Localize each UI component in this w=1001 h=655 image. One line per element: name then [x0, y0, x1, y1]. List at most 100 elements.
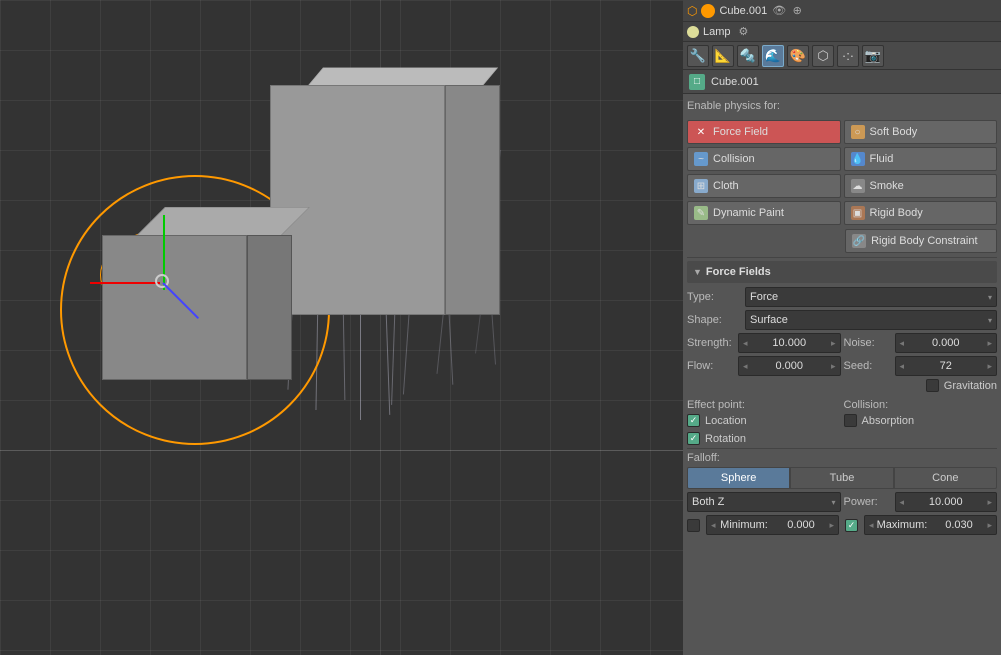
lamp-name: Lamp	[703, 26, 731, 38]
collision-header-label: Collision:	[844, 399, 998, 411]
gravitation-checkbox[interactable]	[926, 379, 939, 392]
top-icon-group: 👁 ⊕	[771, 3, 805, 19]
toolbar-physics-icon[interactable]: 🌊	[762, 45, 784, 67]
divider-1	[687, 257, 997, 258]
both-z-dropdown[interactable]: Both Z ▾	[687, 492, 841, 512]
toolbar-render-icon[interactable]: 📷	[862, 45, 884, 67]
type-dropdown[interactable]: Force ▾	[745, 287, 997, 307]
absorption-checkbox[interactable]	[844, 414, 857, 427]
seed-input[interactable]: ◂ 72 ▸	[895, 356, 998, 376]
maximum-input[interactable]: ◂ Maximum: 0.030 ▸	[864, 515, 997, 535]
cloth-icon: ⊞	[694, 179, 708, 193]
smoke-label: Smoke	[870, 180, 904, 192]
falloff-sphere-button[interactable]: Sphere	[687, 467, 790, 489]
lamp-bar: Lamp ⚙	[683, 22, 1001, 42]
shape-value: Surface	[750, 314, 788, 326]
toolbar-modifier-icon[interactable]: 🔩	[737, 45, 759, 67]
collision-label: Collision	[713, 153, 755, 165]
type-value: Force	[750, 291, 778, 303]
smoke-icon: ☁	[851, 179, 865, 193]
force-field-label: Force Field	[713, 126, 768, 138]
type-chevron-icon: ▾	[988, 293, 992, 302]
shape-dropdown[interactable]: Surface ▾	[745, 310, 997, 330]
dynamic-paint-button[interactable]: ✎ Dynamic Paint	[687, 201, 841, 225]
flow-input[interactable]: ◂ 0.000 ▸	[738, 356, 841, 376]
cursor-icon[interactable]: ⊕	[789, 3, 805, 19]
soft-body-label: Soft Body	[870, 126, 918, 138]
eye-icon[interactable]: 👁	[771, 3, 787, 19]
section-arrow-icon: ▼	[693, 267, 702, 277]
properties-panel: ⬡ Cube.001 👁 ⊕ Lamp ⚙ 🔧 📐 🔩 🌊 🎨 ⬡ ·:· 📷 …	[683, 0, 1001, 655]
noise-value: 0.000	[904, 337, 987, 349]
toolbar-texture-icon[interactable]: ⬡	[812, 45, 834, 67]
noise-input[interactable]: ◂ 0.000 ▸	[895, 333, 998, 353]
minimum-checkbox[interactable]	[687, 519, 700, 532]
soft-body-button[interactable]: ○ Soft Body	[844, 120, 998, 144]
maximum-checkbox[interactable]	[845, 519, 858, 532]
maximum-label: Maximum:	[874, 519, 931, 531]
panel-object-name: Cube.001	[711, 76, 995, 88]
seed-label: Seed:	[844, 360, 892, 372]
strength-noise-row: Strength: ◂ 10.000 ▸ Noise: ◂ 0.000 ▸	[687, 333, 997, 353]
max-right-arrow: ▸	[987, 520, 992, 531]
fluid-icon: 💧	[851, 152, 865, 166]
toolbar-material-icon[interactable]: 🎨	[787, 45, 809, 67]
rotation-label: Rotation	[705, 433, 746, 445]
strength-label: Strength:	[687, 337, 735, 349]
minimum-input[interactable]: ◂ Minimum: 0.000 ▸	[706, 515, 839, 535]
cloth-label: Cloth	[713, 180, 739, 192]
lamp-icon	[701, 4, 715, 18]
cloth-button[interactable]: ⊞ Cloth	[687, 174, 841, 198]
force-fields-section-header[interactable]: ▼ Force Fields	[687, 261, 997, 283]
panel-content[interactable]: Enable physics for: ✕ Force Field ○ Soft…	[683, 94, 1001, 655]
collision-icon: ~	[694, 152, 708, 166]
strength-field-group: Strength: ◂ 10.000 ▸	[687, 333, 841, 353]
cube-icon: □	[689, 74, 705, 90]
falloff-tube-button[interactable]: Tube	[790, 467, 893, 489]
toolbar-particles-icon[interactable]: ·:·	[837, 45, 859, 67]
seed-right-arrow: ▸	[987, 361, 992, 372]
falloff-label: Falloff:	[687, 452, 997, 464]
rotation-checkbox[interactable]	[687, 432, 700, 445]
toolbar-constraint-icon[interactable]: 📐	[712, 45, 734, 67]
gravitation-label: Gravitation	[944, 380, 997, 392]
properties-toolbar: 🔧 📐 🔩 🌊 🎨 ⬡ ·:· 📷	[683, 42, 1001, 70]
horizon-line	[0, 450, 683, 451]
maximum-value: 0.030	[931, 519, 988, 531]
enable-physics-label: Enable physics for:	[687, 98, 997, 114]
strength-right-arrow: ▸	[831, 338, 836, 349]
object-name: Cube.001	[719, 5, 767, 17]
rigid-body-icon: ▣	[851, 206, 865, 220]
power-input[interactable]: ◂ 10.000 ▸	[895, 492, 998, 512]
viewport[interactable]	[0, 0, 683, 655]
effect-point-label: Effect point:	[687, 399, 841, 411]
rotation-row: Rotation	[687, 432, 997, 445]
dynamic-paint-icon: ✎	[694, 206, 708, 220]
bothz-power-row: Both Z ▾ Power: ◂ 10.000 ▸	[687, 492, 997, 512]
rigid-body-constraint-button[interactable]: 🔗 Rigid Body Constraint	[845, 229, 997, 253]
location-absorption-row: Location Absorption	[687, 414, 997, 430]
cube-right-face	[445, 85, 500, 315]
lamp-settings-icon[interactable]: ⚙	[739, 25, 749, 38]
strength-value: 10.000	[748, 337, 831, 349]
min-right-arrow: ▸	[829, 520, 834, 531]
collision-button[interactable]: ~ Collision	[687, 147, 841, 171]
strength-input[interactable]: ◂ 10.000 ▸	[738, 333, 841, 353]
force-field-icon: ✕	[694, 125, 708, 139]
force-field-button[interactable]: ✕ Force Field	[687, 120, 841, 144]
physics-buttons-grid: ✕ Force Field ○ Soft Body ~ Collision 💧 …	[687, 120, 997, 225]
location-checkbox[interactable]	[687, 414, 700, 427]
dynamic-paint-label: Dynamic Paint	[713, 207, 784, 219]
falloff-button-group: Sphere Tube Cone	[687, 467, 997, 489]
falloff-cone-button[interactable]: Cone	[894, 467, 997, 489]
toolbar-object-icon[interactable]: 🔧	[687, 45, 709, 67]
noise-field-group: Noise: ◂ 0.000 ▸	[844, 333, 998, 353]
fluid-label: Fluid	[870, 153, 894, 165]
noise-label: Noise:	[844, 337, 892, 349]
smoke-button[interactable]: ☁ Smoke	[844, 174, 998, 198]
type-row: Type: Force ▾	[687, 287, 997, 307]
cube-foreground[interactable]	[82, 175, 272, 375]
rigid-body-button[interactable]: ▣ Rigid Body	[844, 201, 998, 225]
both-z-chevron: ▾	[831, 498, 835, 507]
fluid-button[interactable]: 💧 Fluid	[844, 147, 998, 171]
